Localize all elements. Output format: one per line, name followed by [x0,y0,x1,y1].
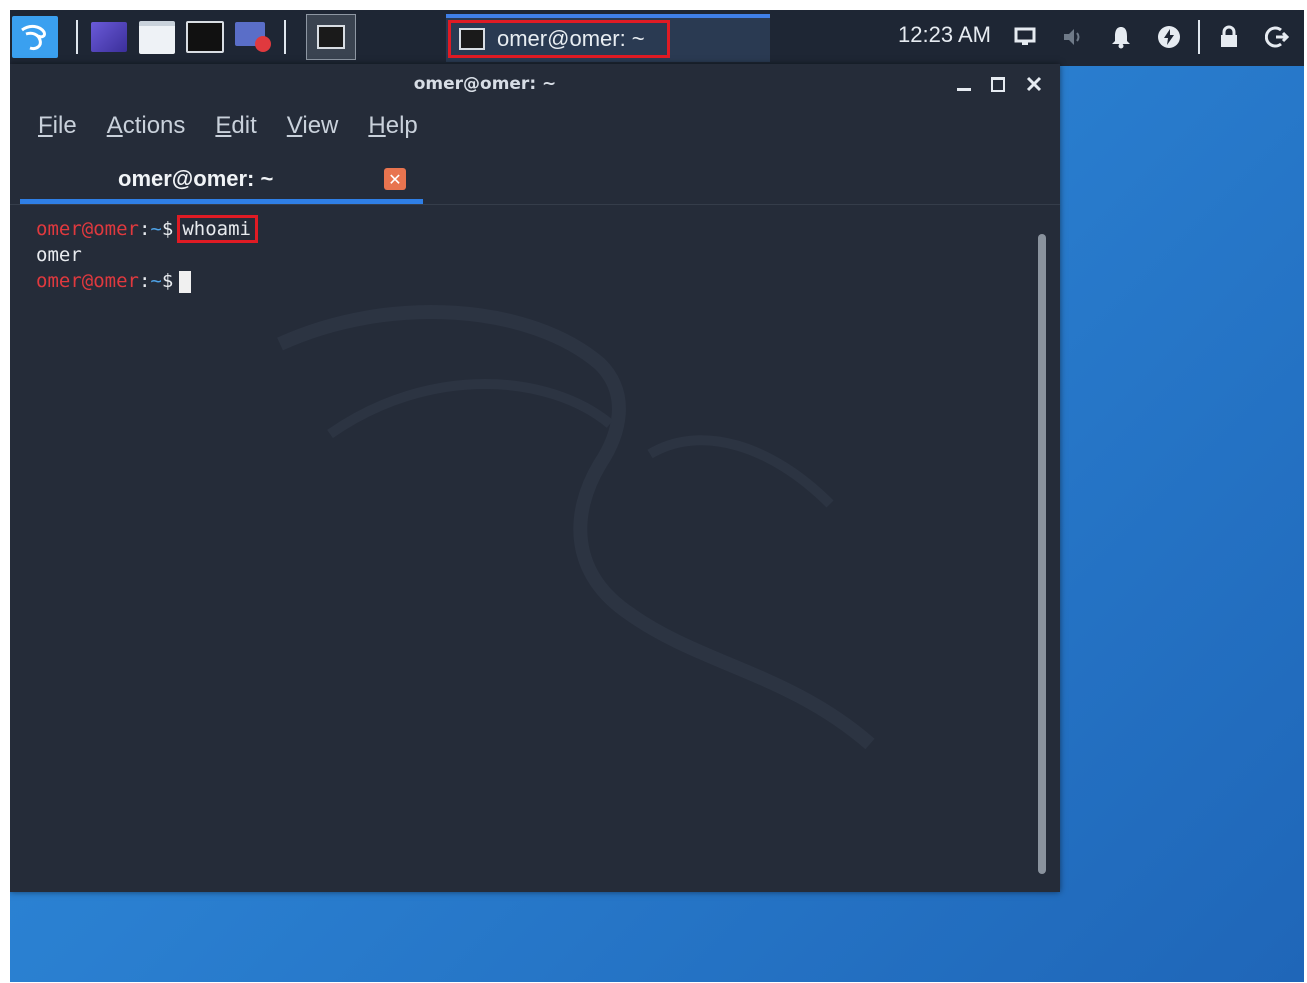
lock-icon[interactable] [1214,22,1244,52]
command-output: omer [36,244,82,266]
window-title: omer@omer: ~ [413,74,557,94]
minimize-icon[interactable] [952,72,976,96]
terminal-window[interactable]: omer@omer: ~ File Actions Edit View Help… [10,64,1060,892]
prompt-user: omer@omer [36,218,139,240]
prompt-separator: : [138,270,151,292]
prompt-path: ~ [150,270,162,292]
tab-terminal[interactable]: omer@omer: ~ ✕ [20,156,423,204]
menu-actions[interactable]: Actions [107,112,186,142]
show-desktop-icon[interactable] [88,16,130,58]
prompt-separator: : [138,218,151,240]
screenshot-icon[interactable] [232,16,274,58]
prompt-symbol: $ [161,218,174,240]
panel-separator [1198,20,1200,54]
text-cursor [179,270,192,293]
menu-help[interactable]: Help [368,112,417,142]
tab-divider [10,204,1060,205]
active-task-indicator [446,14,770,18]
terminal-icon [459,28,485,50]
file-manager-icon[interactable] [136,16,178,58]
top-panel: omer@omer: ~ 12:23 AM [10,10,1304,66]
tab-label: omer@omer: ~ [118,166,274,191]
prompt-user: omer@omer [36,270,139,292]
logout-icon[interactable] [1262,22,1292,52]
tab-close-icon[interactable]: ✕ [384,168,406,190]
menu-edit[interactable]: Edit [215,112,256,142]
close-icon[interactable] [1022,72,1046,96]
clock[interactable]: 12:23 AM [898,22,991,48]
taskbar-window-button[interactable]: omer@omer: ~ [446,14,770,62]
desktop: omer@omer: ~ 12:23 AM omer@omer: ~ File … [10,10,1304,982]
terminal-line: omer@omer:~$ [36,268,1016,294]
scrollbar[interactable] [1038,234,1046,874]
prompt-path: ~ [150,218,162,240]
prompt-symbol: $ [161,270,174,292]
terminal-icon[interactable] [306,14,356,60]
panel-separator [284,20,286,54]
menu-file[interactable]: File [38,112,77,142]
maximize-icon[interactable] [986,72,1010,96]
command-text: whoami [177,215,258,243]
terminal-output[interactable]: omer@omer:~$ whoami omer omer@omer:~$ [36,215,1016,876]
power-icon[interactable] [1154,22,1184,52]
window-titlebar[interactable]: omer@omer: ~ [10,64,1060,104]
bell-icon[interactable] [1106,22,1136,52]
display-icon[interactable] [1010,22,1040,52]
menu-view[interactable]: View [287,112,339,142]
terminal-line: omer@omer:~$ whoami [36,215,1016,243]
kali-menu-icon[interactable] [12,16,58,58]
panel-separator [76,20,78,54]
menu-bar: File Actions Edit View Help [38,112,418,142]
volume-icon[interactable] [1058,22,1088,52]
taskbar-window-title: omer@omer: ~ [497,26,645,51]
terminal-line: omer [36,242,1016,268]
terminal-launcher-icon[interactable] [184,16,226,58]
taskbar-window-highlight[interactable]: omer@omer: ~ [448,20,670,58]
